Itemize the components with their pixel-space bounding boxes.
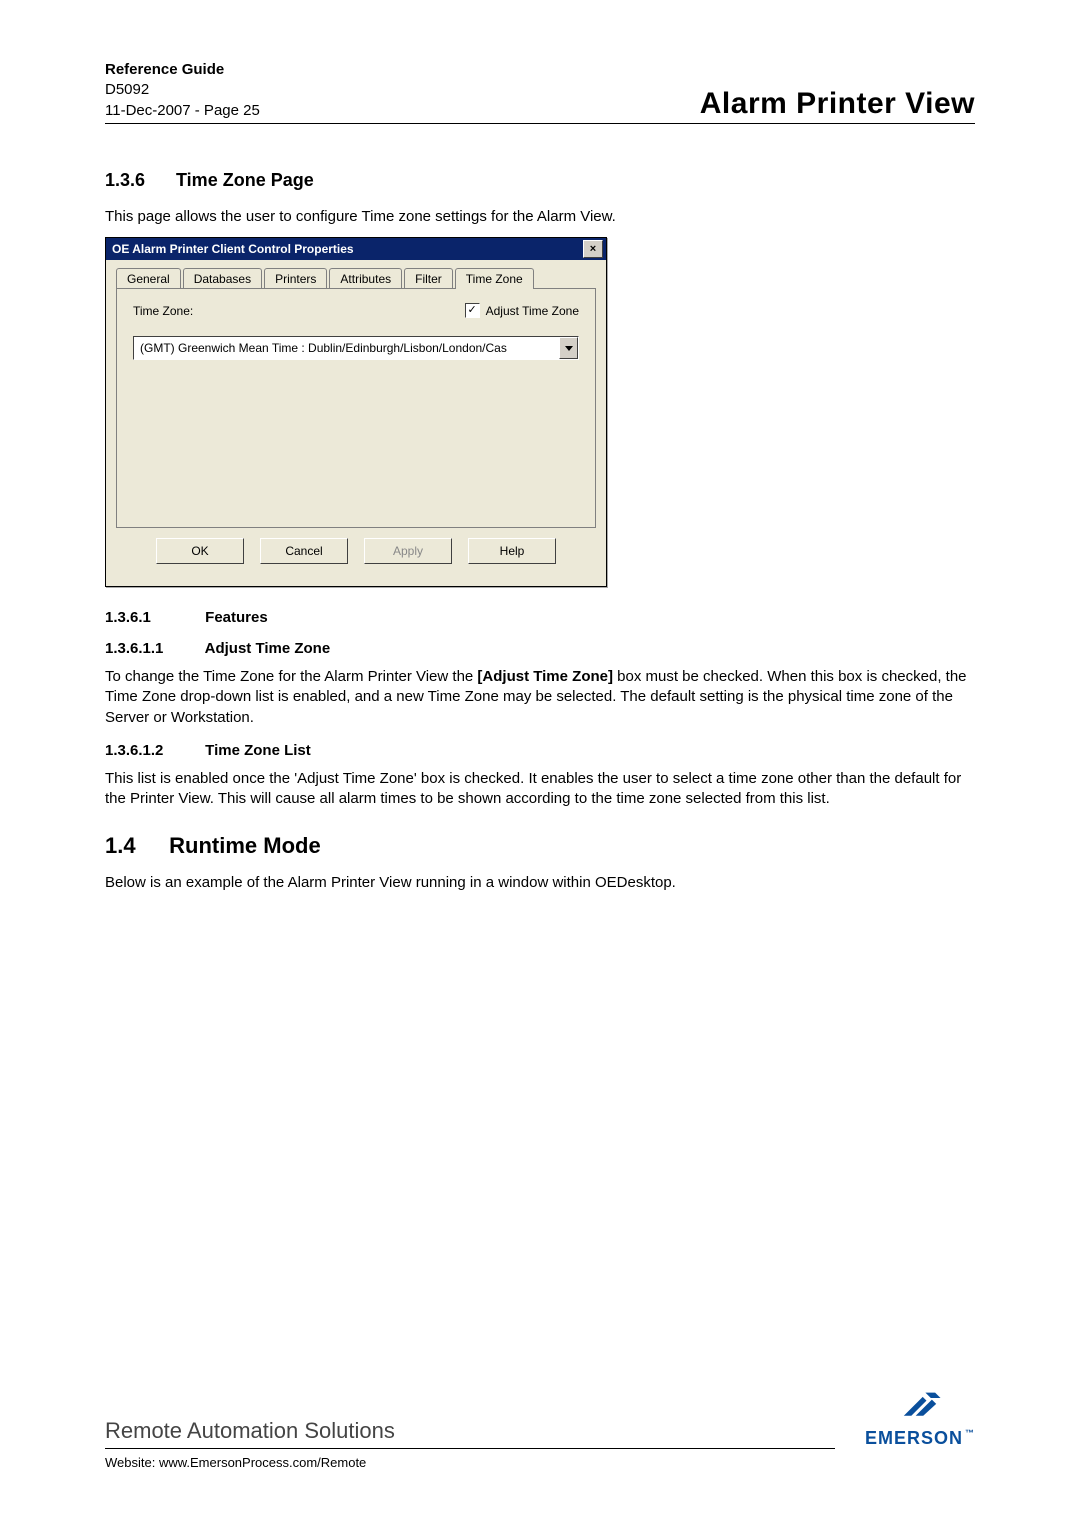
paragraph: Below is an example of the Alarm Printer…: [105, 873, 975, 893]
dialog-body: General Databases Printers Attributes Fi…: [106, 260, 606, 586]
heading-text: Runtime Mode: [169, 833, 321, 858]
ok-button[interactable]: OK: [156, 538, 244, 564]
doc-date-page: 11-Dec-2007 - Page 25: [105, 101, 260, 121]
tab-general[interactable]: General: [116, 268, 181, 289]
page-header: Reference Guide D5092 11-Dec-2007 - Page…: [105, 60, 975, 124]
checkbox-icon: ✓: [465, 303, 480, 318]
tab-filter[interactable]: Filter: [404, 268, 453, 289]
footer-website: Website: www.EmersonProcess.com/Remote: [105, 1455, 975, 1470]
properties-dialog: OE Alarm Printer Client Control Properti…: [105, 237, 607, 587]
heading-number: 1.3.6: [105, 170, 171, 191]
heading-1-4: 1.4 Runtime Mode: [105, 833, 975, 859]
tab-attributes[interactable]: Attributes: [329, 268, 402, 289]
emerson-mark-icon: [893, 1386, 947, 1424]
heading-text: Adjust Time Zone: [205, 640, 331, 657]
dialog-title-text: OE Alarm Printer Client Control Properti…: [112, 242, 354, 256]
footer-company: Remote Automation Solutions: [105, 1418, 835, 1449]
time-zone-select[interactable]: (GMT) Greenwich Mean Time : Dublin/Edinb…: [133, 336, 579, 360]
heading-1-3-6-1-1: 1.3.6.1.1 Adjust Time Zone: [105, 640, 975, 657]
dropdown-button[interactable]: [559, 337, 578, 359]
doc-title: Reference Guide: [105, 60, 260, 80]
heading-1-3-6: 1.3.6 Time Zone Page: [105, 170, 975, 191]
close-button[interactable]: ×: [583, 240, 603, 258]
tab-databases[interactable]: Databases: [183, 268, 262, 289]
heading-1-3-6-1-2: 1.3.6.1.2 Time Zone List: [105, 742, 975, 759]
heading-number: 1.3.6.1: [105, 609, 201, 626]
dialog-titlebar: OE Alarm Printer Client Control Properti…: [106, 238, 606, 260]
heading-number: 1.3.6.1.1: [105, 640, 201, 657]
emerson-wordmark: EMERSON™: [865, 1428, 975, 1449]
heading-number: 1.4: [105, 833, 163, 859]
paragraph: To change the Time Zone for the Alarm Pr…: [105, 667, 975, 728]
doc-id: D5092: [105, 80, 260, 100]
tab-time-zone[interactable]: Time Zone: [455, 268, 534, 289]
cancel-button[interactable]: Cancel: [260, 538, 348, 564]
heading-text: Features: [205, 609, 268, 626]
emerson-logo: EMERSON™: [865, 1386, 975, 1449]
chevron-down-icon: [565, 346, 573, 351]
tab-printers[interactable]: Printers: [264, 268, 327, 289]
heading-text: Time Zone List: [205, 742, 311, 759]
time-zone-select-value: (GMT) Greenwich Mean Time : Dublin/Edinb…: [134, 341, 559, 355]
adjust-time-zone-checkbox[interactable]: ✓ Adjust Time Zone: [465, 303, 579, 318]
bold-ref: [Adjust Time Zone]: [477, 668, 613, 685]
close-icon: ×: [590, 244, 596, 255]
page-footer: Remote Automation Solutions EMERSON™ Web…: [105, 1386, 975, 1470]
adjust-time-zone-label: Adjust Time Zone: [486, 304, 579, 318]
paragraph: This list is enabled once the 'Adjust Ti…: [105, 769, 975, 810]
header-left: Reference Guide D5092 11-Dec-2007 - Page…: [105, 60, 260, 121]
trademark-icon: ™: [965, 1428, 975, 1438]
time-zone-label: Time Zone:: [133, 304, 193, 318]
heading-text: Time Zone Page: [176, 170, 314, 190]
help-button[interactable]: Help: [468, 538, 556, 564]
section-title: Alarm Printer View: [700, 87, 975, 121]
dialog-button-row: OK Cancel Apply Help: [116, 528, 596, 574]
apply-button[interactable]: Apply: [364, 538, 452, 564]
heading-1-3-6-1: 1.3.6.1 Features: [105, 609, 975, 626]
heading-number: 1.3.6.1.2: [105, 742, 201, 759]
tab-panel-time-zone: Time Zone: ✓ Adjust Time Zone (GMT) Gree…: [116, 288, 596, 528]
tab-strip: General Databases Printers Attributes Fi…: [116, 268, 596, 289]
paragraph: This page allows the user to configure T…: [105, 207, 975, 227]
